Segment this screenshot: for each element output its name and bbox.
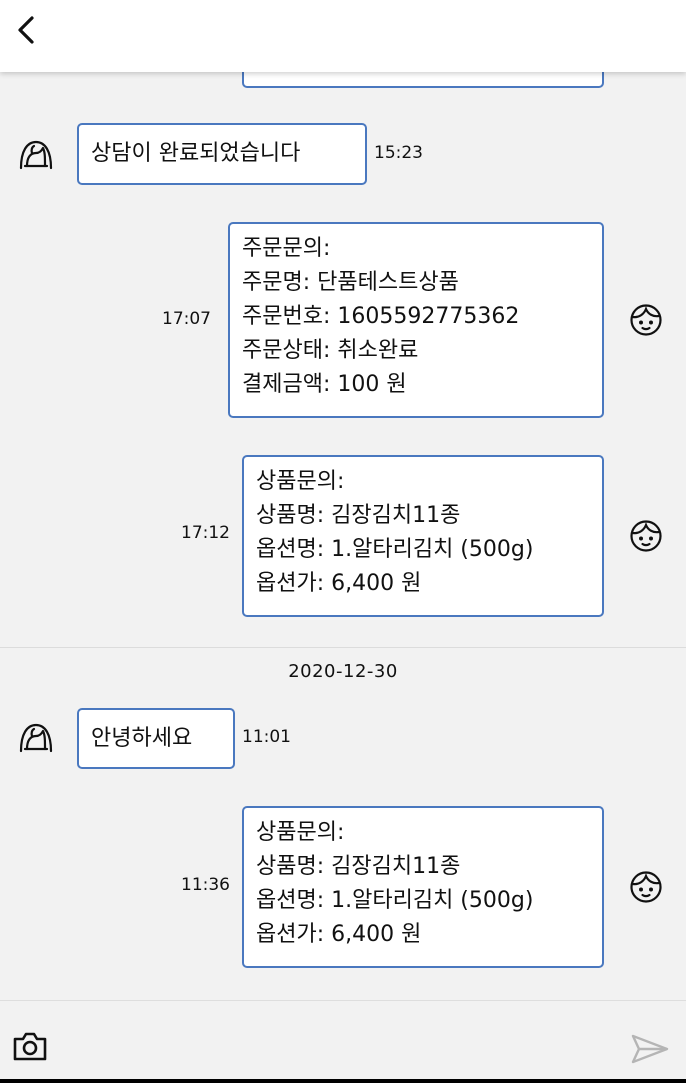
chat-area[interactable]: 상담이 완료되었습니다 15:23 17:07 주문문의: 주문명: 단품테스트… (0, 0, 686, 1000)
send-icon (631, 1034, 669, 1064)
message-time: 11:01 (242, 727, 291, 747)
message-time: 15:23 (374, 143, 423, 163)
back-button[interactable] (8, 10, 48, 50)
message-text: 상담이 완료되었습니다 (91, 141, 301, 166)
agent-avatar-icon (18, 139, 54, 175)
message-text: 옵션명: 1.알타리김치 (500g) (256, 537, 534, 562)
message-text: 옵션가: 6,400 원 (256, 922, 422, 947)
send-button[interactable] (630, 1033, 670, 1065)
user-avatar-icon (629, 870, 663, 908)
message-text: 주문상태: 취소완료 (242, 338, 419, 363)
message-text: 상품명: 김장김치11종 (256, 503, 461, 528)
agent-avatar-icon (18, 722, 54, 758)
message-input[interactable] (62, 1023, 612, 1069)
top-bar (0, 0, 686, 72)
message-time: 11:36 (181, 875, 230, 895)
message-text: 상품문의: (256, 820, 345, 845)
message-text: 옵션가: 6,400 원 (256, 571, 422, 596)
message-text: 결제금액: 100 원 (242, 372, 407, 397)
message-bubble: 주문문의: 주문명: 단품테스트상품 주문번호: 1605592775362 주… (228, 222, 604, 418)
message-text: 주문명: 단품테스트상품 (242, 270, 459, 295)
message-text: 주문번호: 1605592775362 (242, 304, 520, 329)
date-divider (0, 647, 686, 648)
message-text: 안녕하세요 (91, 725, 193, 751)
message-bubble: 상품문의: 상품명: 김장김치11종 옵션명: 1.알타리김치 (500g) 옵… (242, 806, 604, 968)
message-bubble: 상담이 완료되었습니다 (77, 123, 367, 185)
message-text: 주문문의: (242, 236, 331, 261)
message-time: 17:07 (162, 309, 211, 329)
message-time: 17:12 (181, 523, 230, 543)
message-composer (0, 1000, 686, 1083)
message-bubble: 상품문의: 상품명: 김장김치11종 옵션명: 1.알타리김치 (500g) 옵… (242, 455, 604, 617)
user-avatar-icon (629, 519, 663, 557)
message-bubble: 안녕하세요 (77, 708, 235, 769)
message-text: 옵션명: 1.알타리김치 (500g) (256, 888, 534, 913)
user-avatar-icon (629, 303, 663, 341)
message-text: 상품문의: (256, 469, 345, 494)
chevron-left-icon (18, 16, 34, 44)
message-text: 상품명: 김장김치11종 (256, 854, 461, 879)
date-separator: 2020-12-30 (288, 661, 398, 682)
camera-icon (13, 1032, 47, 1061)
screen-bottom-edge (0, 1079, 686, 1083)
camera-button[interactable] (12, 1029, 48, 1065)
